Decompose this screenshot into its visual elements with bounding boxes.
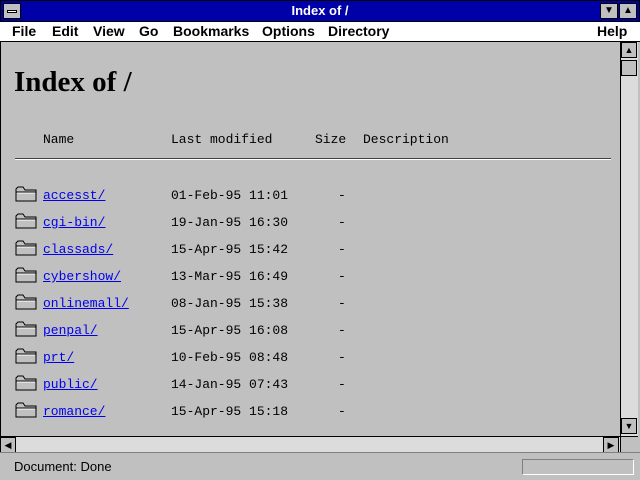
page-heading: Index of / (14, 66, 132, 98)
entry-link[interactable]: public/ (43, 377, 98, 392)
entry-modified: 13-Mar-95 16:49 (171, 269, 289, 284)
entry-modified: 15-Apr-95 15:18 (171, 404, 289, 419)
status-bar: Document: Done (0, 452, 640, 480)
scroll-left-button[interactable]: ◀ (0, 437, 16, 453)
folder-icon (15, 185, 37, 203)
entry-modified: 14-Jan-95 07:43 (171, 377, 289, 392)
document-view: Index of / Name Last modified Size Descr… (0, 42, 620, 436)
entry-size: - (338, 269, 346, 284)
table-row: cgi-bin/19-Jan-95 16:30 - (1, 212, 620, 238)
entry-size: - (338, 323, 346, 338)
entry-modified: 01-Feb-95 11:01 (171, 188, 289, 203)
horizontal-scrollbar[interactable]: ◀ ▶ (0, 436, 620, 453)
menu-bar: File Edit View Go Bookmarks Options Dire… (0, 22, 640, 42)
table-row: onlinemall/08-Jan-95 15:38 - (1, 293, 620, 319)
maximize-button[interactable]: ▲ (619, 3, 637, 19)
column-name-header: Name (43, 132, 75, 147)
column-modified-header: Last modified (171, 132, 273, 147)
table-row: classads/15-Apr-95 15:42 - (1, 239, 620, 265)
vertical-scrollbar[interactable]: ▲ ▼ (620, 42, 638, 436)
entry-link[interactable]: classads/ (43, 242, 113, 257)
column-description-header: Description (363, 132, 449, 147)
folder-icon (15, 293, 37, 311)
entry-modified: 15-Apr-95 16:08 (171, 323, 289, 338)
folder-icon (15, 239, 37, 257)
menu-file[interactable]: File (12, 23, 36, 39)
column-size-header: Size (315, 132, 347, 147)
entry-link[interactable]: accesst/ (43, 188, 105, 203)
menu-go[interactable]: Go (139, 23, 158, 39)
folder-icon (15, 347, 37, 365)
horizontal-rule (15, 158, 611, 160)
entry-size: - (338, 296, 346, 311)
title-bar: Index of / ▼ ▲ (0, 0, 640, 22)
menu-bookmarks[interactable]: Bookmarks (173, 23, 249, 39)
table-row: cybershow/13-Mar-95 16:49 - (1, 266, 620, 292)
entry-link[interactable]: prt/ (43, 350, 74, 365)
table-row: penpal/15-Apr-95 16:08 - (1, 320, 620, 346)
table-row: prt/10-Feb-95 08:48 - (1, 347, 620, 373)
scroll-right-button[interactable]: ▶ (603, 437, 619, 453)
status-text: Document: Done (14, 459, 112, 474)
entry-modified: 08-Jan-95 15:38 (171, 296, 289, 311)
entry-size: - (338, 350, 346, 365)
scroll-down-button[interactable]: ▼ (621, 418, 637, 434)
entry-size: - (338, 377, 346, 392)
table-row: accesst/01-Feb-95 11:01 - (1, 185, 620, 211)
folder-icon (15, 266, 37, 284)
menu-options[interactable]: Options (262, 23, 315, 39)
minimize-button[interactable]: ▼ (600, 3, 618, 19)
entry-link[interactable]: cgi-bin/ (43, 215, 105, 230)
folder-icon (15, 212, 37, 230)
entry-modified: 19-Jan-95 16:30 (171, 215, 289, 230)
menu-view[interactable]: View (93, 23, 125, 39)
table-row: romance/15-Apr-95 15:18 - (1, 401, 620, 427)
scroll-thumb[interactable] (621, 60, 637, 76)
folder-icon (15, 320, 37, 338)
entry-link[interactable]: cybershow/ (43, 269, 121, 284)
entry-size: - (338, 242, 346, 257)
entry-link[interactable]: penpal/ (43, 323, 98, 338)
entry-size: - (338, 188, 346, 203)
entry-modified: 10-Feb-95 08:48 (171, 350, 289, 365)
menu-edit[interactable]: Edit (52, 23, 78, 39)
menu-directory[interactable]: Directory (328, 23, 389, 39)
entry-size: - (338, 404, 346, 419)
entry-link[interactable]: romance/ (43, 404, 105, 419)
window-title: Index of / (291, 3, 349, 18)
entry-link[interactable]: onlinemall/ (43, 296, 129, 311)
scroll-up-button[interactable]: ▲ (621, 42, 637, 58)
entry-modified: 15-Apr-95 15:42 (171, 242, 289, 257)
menu-help[interactable]: Help (597, 23, 627, 39)
folder-icon (15, 374, 37, 392)
scrollbar-corner (620, 436, 638, 452)
progress-indicator (522, 459, 634, 475)
folder-icon (15, 401, 37, 419)
table-row: public/14-Jan-95 07:43 - (1, 374, 620, 400)
entry-size: - (338, 215, 346, 230)
